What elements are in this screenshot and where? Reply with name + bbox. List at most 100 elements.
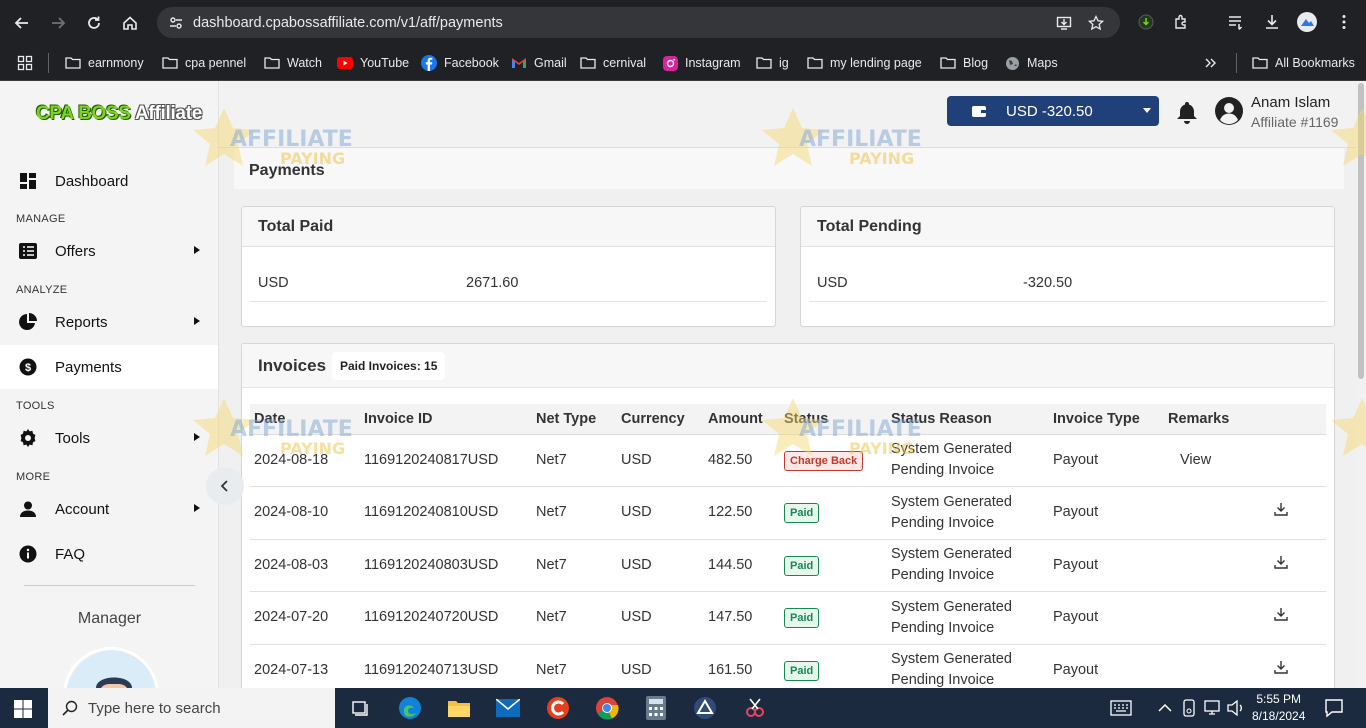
bookmark-watch[interactable]: Watch bbox=[264, 53, 322, 73]
cell-invoice-id: 1169120240817USD bbox=[360, 434, 532, 487]
sidebar-item-payments[interactable]: $ Payments bbox=[0, 345, 218, 389]
sidebar-item-account[interactable]: Account bbox=[0, 487, 218, 531]
notification-bell-icon[interactable] bbox=[1176, 101, 1198, 125]
column-header[interactable]: Amount bbox=[704, 404, 780, 435]
status-badge: Paid bbox=[784, 660, 820, 681]
bookmark-maps[interactable]: Maps bbox=[1004, 53, 1058, 73]
status-badge: Paid bbox=[784, 503, 820, 524]
ccleaner-icon[interactable] bbox=[546, 696, 570, 720]
collapse-sidebar-button[interactable] bbox=[206, 467, 244, 505]
menu-dots-icon[interactable] bbox=[1333, 11, 1355, 33]
download-icon[interactable] bbox=[1274, 660, 1288, 674]
cell-invoice-id: 1169120240720USD bbox=[360, 591, 532, 645]
cell-amount: 147.50 bbox=[704, 591, 780, 645]
column-header[interactable]: Currency bbox=[617, 404, 704, 435]
apps-grid-icon[interactable] bbox=[17, 53, 33, 73]
page-title: Payments bbox=[249, 162, 325, 179]
cell-amount: 144.50 bbox=[704, 539, 780, 592]
sidebar-item-tools[interactable]: Tools bbox=[0, 416, 218, 460]
download-icon[interactable] bbox=[1274, 502, 1288, 516]
url-text[interactable]: dashboard.cpabossaffiliate.com/v1/aff/pa… bbox=[193, 15, 503, 31]
user-avatar-icon[interactable] bbox=[1215, 97, 1243, 125]
bookmark-earnmony[interactable]: earnmony bbox=[65, 53, 144, 73]
cell-currency: USD bbox=[617, 434, 704, 487]
download-icon[interactable] bbox=[1274, 607, 1288, 621]
cell-invoice-type: Payout bbox=[1049, 434, 1164, 487]
snipping-tool-icon[interactable] bbox=[743, 696, 767, 720]
sidebar-item-faq[interactable]: FAQ bbox=[0, 532, 218, 576]
table-row: 2024-08-18 1169120240817USD Net7 USD 482… bbox=[250, 434, 1326, 487]
column-header[interactable]: Net Type bbox=[532, 404, 617, 435]
edge-icon[interactable] bbox=[398, 696, 422, 720]
scrollbar-thumb[interactable] bbox=[1358, 83, 1364, 379]
all-bookmarks[interactable]: All Bookmarks bbox=[1252, 53, 1355, 73]
site-settings-icon[interactable] bbox=[165, 12, 187, 34]
column-header[interactable]: Status bbox=[780, 404, 887, 435]
sidebar-item-offers[interactable]: Offers bbox=[0, 229, 218, 273]
column-header[interactable]: Date bbox=[250, 404, 360, 435]
sidebar-item-dashboard[interactable]: Dashboard bbox=[0, 159, 218, 203]
bookmark-gmail[interactable]: Gmail bbox=[511, 53, 567, 73]
task-view-icon[interactable] bbox=[348, 696, 372, 720]
dollar-circle-icon: $ bbox=[19, 358, 37, 376]
bookmark-youtube[interactable]: YouTube bbox=[337, 53, 409, 73]
bookmark-star-icon[interactable] bbox=[1085, 12, 1107, 34]
download-icon[interactable] bbox=[1274, 555, 1288, 569]
cell-amount: 122.50 bbox=[704, 486, 780, 540]
folder-icon bbox=[940, 55, 956, 71]
table-row: 2024-08-10 1169120240810USD Net7 USD 122… bbox=[250, 486, 1326, 540]
bookmark-cpa-pennel[interactable]: cpa pennel bbox=[162, 53, 246, 73]
address-bar[interactable]: dashboard.cpabossaffiliate.com/v1/aff/pa… bbox=[157, 7, 1120, 38]
install-app-icon[interactable] bbox=[1053, 12, 1075, 34]
taskbar-clock[interactable]: 5:55 PM 8/18/2024 bbox=[1252, 691, 1305, 725]
bookmark-facebook[interactable]: Facebook bbox=[421, 53, 499, 73]
brand-logo[interactable]: CPA BOSS Affiliate bbox=[36, 103, 202, 125]
extensions-puzzle-icon[interactable] bbox=[1171, 11, 1193, 33]
network-icon[interactable] bbox=[1201, 696, 1225, 720]
reason-line: System Generated bbox=[891, 598, 1012, 615]
balance-dropdown[interactable]: USD -320.50 bbox=[947, 96, 1159, 126]
reading-list-icon[interactable] bbox=[1225, 11, 1247, 33]
cell-amount: 161.50 bbox=[704, 644, 780, 688]
bookmark-cernival[interactable]: cernival bbox=[580, 53, 646, 73]
view-link[interactable]: View bbox=[1180, 452, 1211, 468]
status-badge: Charge Back bbox=[784, 450, 864, 471]
mail-icon[interactable] bbox=[496, 696, 520, 720]
gear-icon bbox=[19, 429, 37, 447]
app-icon[interactable] bbox=[693, 696, 717, 720]
more-bookmarks-chevron-icon[interactable] bbox=[1204, 53, 1218, 73]
folder-icon bbox=[162, 55, 178, 71]
bookmark-blog[interactable]: Blog bbox=[940, 53, 988, 73]
file-explorer-icon[interactable] bbox=[447, 696, 471, 720]
notifications-icon[interactable] bbox=[1322, 696, 1346, 720]
chrome-icon[interactable] bbox=[595, 696, 619, 720]
device-icon[interactable] bbox=[1177, 696, 1201, 720]
calculator-icon[interactable] bbox=[644, 696, 668, 720]
bookmark-my-lending-page[interactable]: my lending page bbox=[807, 53, 922, 73]
cell-status-reason: System Generated Pending Invoice bbox=[887, 539, 1049, 592]
forward-icon[interactable] bbox=[46, 11, 70, 35]
profile-icon[interactable] bbox=[1296, 11, 1318, 33]
bookmark-instagram[interactable]: Instagram bbox=[662, 53, 741, 73]
column-header[interactable]: Status Reason bbox=[887, 404, 1049, 435]
user-name[interactable]: Anam Islam bbox=[1251, 94, 1330, 111]
cell-status-reason: System Generated Pending Invoice bbox=[887, 591, 1049, 645]
sidebar-item-reports[interactable]: Reports bbox=[0, 300, 218, 344]
home-icon[interactable] bbox=[118, 11, 142, 35]
column-header[interactable]: Invoice ID bbox=[360, 404, 532, 435]
cell-remarks: View bbox=[1164, 434, 1326, 487]
downloads-icon[interactable] bbox=[1261, 11, 1283, 33]
windows-start-icon[interactable] bbox=[14, 700, 32, 718]
extension-icon[interactable] bbox=[1135, 11, 1157, 33]
keyboard-icon[interactable] bbox=[1109, 696, 1133, 720]
column-header[interactable]: Remarks bbox=[1164, 404, 1326, 435]
back-icon[interactable] bbox=[10, 11, 34, 35]
chevron-left-icon bbox=[220, 480, 228, 492]
cell-currency: USD bbox=[617, 591, 704, 645]
show-hidden-icons-chevron-icon[interactable] bbox=[1153, 696, 1177, 720]
column-header[interactable]: Invoice Type bbox=[1049, 404, 1164, 435]
bookmark-ig[interactable]: ig bbox=[756, 53, 789, 73]
taskbar-search-box[interactable]: Type here to search bbox=[48, 688, 335, 728]
volume-icon[interactable] bbox=[1224, 696, 1248, 720]
reload-icon[interactable] bbox=[82, 11, 106, 35]
